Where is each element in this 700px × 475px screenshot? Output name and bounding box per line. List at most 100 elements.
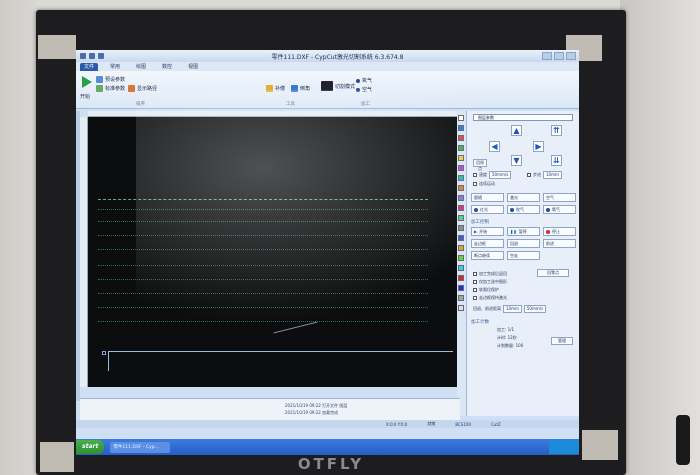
start-icon[interactable]: [82, 76, 92, 88]
layer-color-swatch[interactable]: [458, 215, 464, 221]
chamfer-button[interactable]: 倒角: [291, 85, 310, 92]
layer-color-swatch[interactable]: [458, 275, 464, 281]
path-button[interactable]: 显示路径: [128, 85, 157, 92]
option-softlimit-checkbox[interactable]: [473, 288, 477, 292]
blow-icon: [510, 207, 514, 212]
arrow-up-button[interactable]: ▲: [511, 125, 522, 136]
tab-draw[interactable]: 绘图: [132, 63, 150, 71]
minimize-button[interactable]: [542, 52, 552, 60]
tab-home[interactable]: 常用: [106, 63, 124, 71]
speed-select[interactable]: 50mm/s: [489, 171, 512, 179]
arrow-left-button[interactable]: ◀: [489, 141, 500, 152]
arrow-down-button[interactable]: ▼: [511, 155, 522, 166]
red-light-button[interactable]: 红光: [471, 205, 504, 214]
air-button[interactable]: 空气: [543, 193, 576, 202]
z-up-button[interactable]: ⇈: [551, 125, 562, 136]
speed-checkbox[interactable]: [473, 173, 477, 177]
undo-icon[interactable]: [98, 53, 104, 59]
layer-color-swatch[interactable]: [458, 245, 464, 251]
blow-button[interactable]: 吹气: [507, 205, 540, 214]
stop-button[interactable]: 停止: [543, 227, 576, 236]
air-radio[interactable]: 空气: [356, 86, 372, 93]
layer-color-swatch[interactable]: [458, 285, 464, 291]
layer-color-swatch[interactable]: [458, 305, 464, 311]
layer-color-swatch[interactable]: [458, 115, 464, 121]
frame-speed-select[interactable]: 50mm/s: [523, 305, 547, 313]
layer-color-swatch[interactable]: [458, 175, 464, 181]
maximize-button[interactable]: [554, 52, 564, 60]
oxygen-radio[interactable]: 氧气: [356, 77, 372, 84]
tab-file[interactable]: 文件: [80, 62, 99, 71]
layer-color-swatch[interactable]: [458, 255, 464, 261]
tab-view[interactable]: 视图: [184, 63, 202, 71]
continuous-checkbox[interactable]: [473, 182, 477, 186]
option-selected-checkbox[interactable]: [473, 280, 477, 284]
z-down-button[interactable]: ⇊: [551, 155, 562, 166]
pause-button[interactable]: ❚❚ 暂停: [507, 227, 540, 236]
step-label: 步进: [533, 172, 541, 177]
arrow-right-button[interactable]: ▶: [533, 141, 544, 152]
option-frame-laser-label: 走边框保持激光: [479, 295, 507, 300]
finish-select[interactable]: 回零点: [537, 269, 569, 277]
drawing-canvas[interactable]: [88, 117, 458, 387]
breakpoint-label: 断点继续: [474, 252, 490, 258]
part-path-line: [98, 293, 428, 294]
oxygen-button[interactable]: 氧气: [543, 205, 576, 214]
layer-color-swatch[interactable]: [458, 185, 464, 191]
air-move-button[interactable]: 空走: [507, 251, 540, 260]
save-icon[interactable]: [89, 53, 95, 59]
ruler-left: [80, 117, 88, 387]
layer-color-swatch[interactable]: [458, 135, 464, 141]
option-selected[interactable]: 仅加工选中图形: [473, 279, 507, 285]
compensate-button[interactable]: 补偿: [266, 85, 285, 92]
start-menu-button[interactable]: start: [76, 440, 105, 454]
option-return-checkbox[interactable]: [473, 272, 477, 276]
red-light-label: 红光: [480, 206, 488, 212]
start-machining-button[interactable]: ▶ 开始: [471, 227, 504, 236]
layer-color-swatch[interactable]: [458, 225, 464, 231]
frame-distance-label: 回退、前进距离: [473, 306, 501, 311]
layer-color-swatch[interactable]: [458, 145, 464, 151]
forward-label: 前进: [546, 240, 554, 246]
start-button[interactable]: 开始: [80, 93, 90, 100]
preset-button[interactable]: 预设参数: [96, 76, 125, 83]
tab-cnc[interactable]: 数控: [158, 63, 176, 71]
step-checkbox[interactable]: [527, 173, 531, 177]
layer-color-swatch[interactable]: [458, 195, 464, 201]
taskbar-app-item[interactable]: 零件111.DXF - Cyp...: [110, 441, 171, 453]
group-label-tools: 工具: [286, 102, 295, 107]
close-button[interactable]: [566, 52, 576, 60]
layer-color-swatch[interactable]: [458, 295, 464, 301]
layer-color-swatch[interactable]: [458, 155, 464, 161]
quick-access: [76, 53, 136, 59]
breakpoint-button[interactable]: 断点继续: [471, 251, 504, 260]
layer-color-swatch[interactable]: [458, 165, 464, 171]
step-select[interactable]: 10mm: [543, 171, 562, 179]
layer-color-swatch[interactable]: [458, 265, 464, 271]
back-button[interactable]: 回退: [507, 239, 540, 248]
layer-color-swatch[interactable]: [458, 205, 464, 211]
frame-button[interactable]: 走边框: [471, 239, 504, 248]
title-bar: 零件111.DXF - CypCut激光切割系统 6.3.674.8: [76, 50, 579, 62]
standard-button[interactable]: 标准参数: [96, 85, 125, 92]
manage-button[interactable]: 管理: [551, 337, 573, 345]
app-logo-icon[interactable]: [80, 53, 86, 59]
option-softlimit[interactable]: 软限位保护: [473, 287, 499, 293]
oxygen-icon: [546, 207, 550, 212]
return-origin-button[interactable]: 回原点: [473, 159, 487, 171]
layer-color-swatch[interactable]: [458, 235, 464, 241]
log-line: 2021/10/19 09:22 加载完成: [285, 410, 339, 415]
cut-mode-button[interactable]: 切割模式: [321, 81, 355, 91]
laser-button[interactable]: 激光: [507, 193, 540, 202]
pause-icon: ❚❚: [510, 229, 517, 234]
layer-color-swatch[interactable]: [458, 125, 464, 131]
forward-button[interactable]: 前进: [543, 239, 576, 248]
screen: 零件111.DXF - CypCut激光切割系统 6.3.674.8 文件 常用…: [76, 50, 579, 455]
option-return[interactable]: 加工完成后返回: [473, 271, 507, 277]
option-frame-laser-checkbox[interactable]: [473, 296, 477, 300]
focus-button[interactable]: 跟随: [471, 193, 504, 202]
option-frame-laser[interactable]: 走边框保持激光: [473, 295, 507, 301]
layer-select[interactable]: 图层参数: [473, 114, 573, 121]
group-label-process: 加工: [361, 102, 370, 107]
frame-distance-select[interactable]: 10mm: [503, 305, 522, 313]
